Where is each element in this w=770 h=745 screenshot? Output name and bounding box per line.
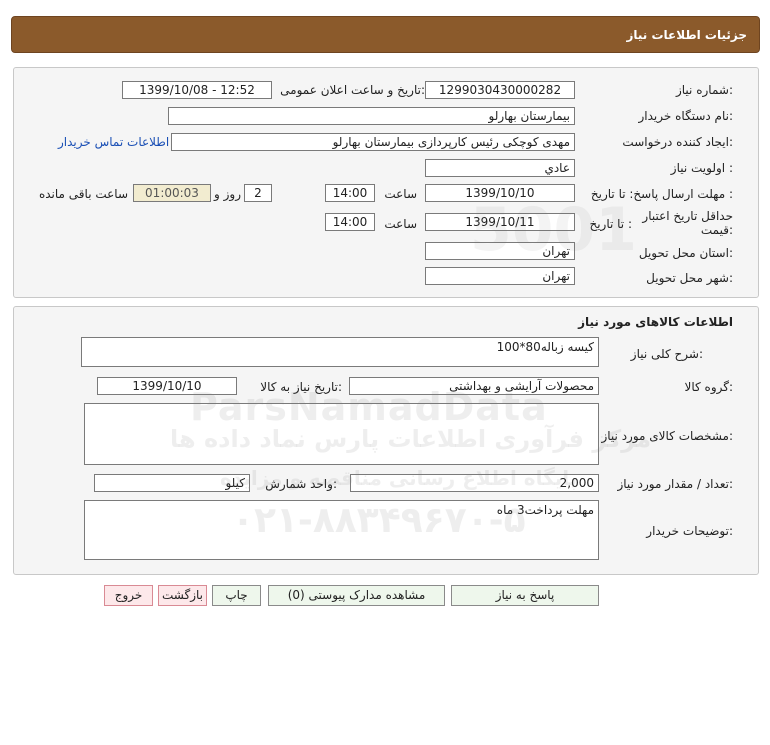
summary-label: شرح کلی نیاز: <box>630 347 703 361</box>
city-label: شهر محل تحویل: <box>646 271 733 285</box>
unit-field: کیلو <box>94 474 250 492</box>
buyer-contact-link[interactable]: اطلاعات تماس خریدار <box>58 135 169 149</box>
announce-field: 1399/10/08 - 12:52 <box>122 81 272 99</box>
remaining-label: ساعت باقی مانده <box>38 187 128 201</box>
deadline-time-label: ساعت <box>384 187 417 201</box>
buyer-notes-field: مهلت پرداخت3 ماه <box>84 500 599 560</box>
validity-time-field: 14:00 <box>325 213 375 231</box>
announce-label: تاریخ و ساعت اعلان عمومی: <box>280 83 425 97</box>
reply-button[interactable]: پاسخ به نیاز <box>451 585 599 606</box>
specs-field <box>84 403 599 465</box>
deadline-date-field: 1399/10/10 <box>425 184 575 202</box>
priority-label: اولویت نیاز : <box>670 161 733 175</box>
buyer-org-label: نام دستگاه خریدار: <box>638 109 734 123</box>
need-number-label: شماره نیاز: <box>675 83 733 97</box>
validity-date-field: 1399/10/11 <box>425 213 575 231</box>
need-date-label: تاریخ نیاز به کالا: <box>260 380 342 394</box>
exit-button[interactable]: خروج <box>104 585 153 606</box>
quantity-label: تعداد / مقدار مورد نیاز: <box>617 477 733 491</box>
unit-label: واحد شمارش: <box>265 477 337 491</box>
page-title: جزئیات اطلاعات نیاز <box>626 28 747 42</box>
print-button[interactable]: چاپ <box>212 585 261 606</box>
city-field: تهران <box>425 267 575 285</box>
validity-to-label: تا تاریخ : <box>589 217 632 231</box>
requester-field: مهدی کوچکی رئیس کارپردازی بیمارستان بهار… <box>171 133 575 151</box>
deadline-time-field: 14:00 <box>325 184 375 202</box>
days-remaining-field: 2 <box>244 184 272 202</box>
priority-field: عادي <box>425 159 575 177</box>
back-button[interactable]: بازگشت <box>158 585 207 606</box>
deadline-label: مهلت ارسال پاسخ: تا تاریخ : <box>590 187 733 201</box>
province-field: تهران <box>425 242 575 260</box>
goods-section-title: اطلاعات کالاهای مورد نیاز <box>578 315 733 329</box>
need-number-field: 1299030430000282 <box>425 81 575 99</box>
need-date-field: 1399/10/10 <box>97 377 237 395</box>
province-label: استان محل تحویل: <box>638 246 733 260</box>
buyer-notes-label: توضیحات خریدار: <box>646 524 733 538</box>
attachments-button[interactable]: مشاهده مدارک پیوستی (0) <box>268 585 445 606</box>
page-header: جزئیات اطلاعات نیاز <box>11 16 760 53</box>
summary-field: کیسه زباله80*100 <box>81 337 599 367</box>
days-label: روز و <box>214 187 241 201</box>
validity-label: حداقل تاریخ اعتبار قیمت: <box>642 209 733 237</box>
validity-time-label: ساعت <box>384 217 417 231</box>
goods-group-label: گروه کالا: <box>684 380 734 394</box>
requester-label: ایجاد کننده درخواست: <box>622 135 733 149</box>
need-info-panel <box>13 67 759 298</box>
quantity-field: 2,000 <box>350 474 599 492</box>
specs-label: مشخصات کالای مورد نیاز: <box>601 429 733 443</box>
goods-group-field: محصولات آرایشی و بهداشتی <box>349 377 599 395</box>
remaining-time-field: 01:00:03 <box>133 184 211 202</box>
buyer-org-field: بیمارستان بهارلو <box>168 107 575 125</box>
